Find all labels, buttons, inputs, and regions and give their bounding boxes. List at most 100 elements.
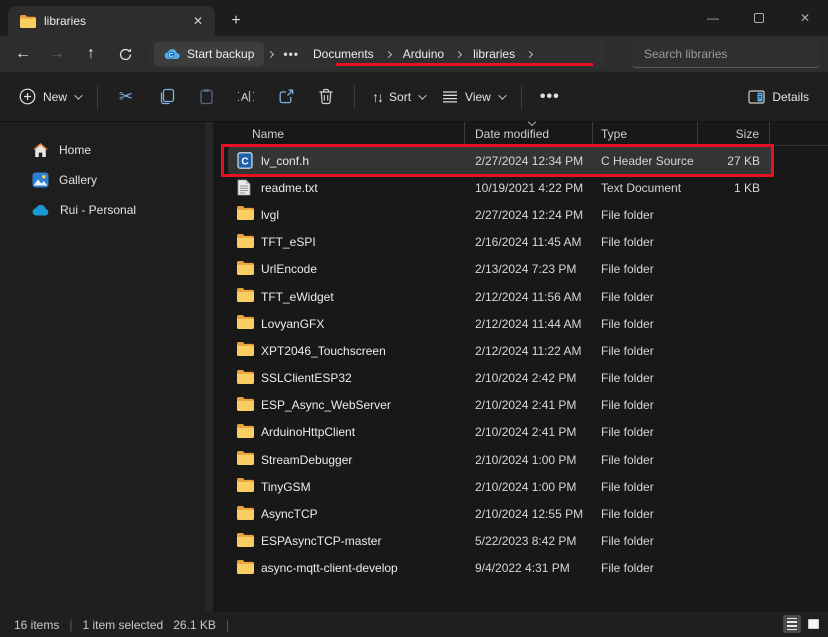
search-box[interactable] [632, 40, 820, 68]
file-row[interactable]: StreamDebugger 2/10/2024 1:00 PM File fo… [228, 446, 774, 473]
icons-view-toggle[interactable] [804, 615, 822, 633]
sidebar-item-icon [32, 172, 49, 188]
file-name: lvgl [261, 208, 279, 222]
sidebar-item-icon [32, 142, 49, 158]
view-list-icon [442, 90, 458, 104]
details-view-toggle[interactable] [783, 615, 801, 633]
sidebar-item-label: Gallery [59, 173, 97, 187]
file-name: ArduinoHttpClient [261, 425, 355, 439]
delete-button[interactable] [309, 80, 343, 114]
file-row[interactable]: SSLClientESP32 2/10/2024 2:42 PM File fo… [228, 365, 774, 392]
file-row[interactable]: async-mqtt-client-develop 9/4/2022 4:31 … [228, 555, 774, 582]
file-name: ESPAsyncTCP-master [261, 534, 381, 548]
file-icon [237, 451, 254, 468]
chevron-right-icon [385, 50, 392, 57]
file-row[interactable]: readme.txt 10/19/2021 4:22 PM Text Docum… [228, 174, 774, 201]
file-row[interactable]: C lv_conf.h 2/27/2024 12:34 PM C Header … [228, 147, 774, 174]
column-header-name[interactable]: Name [228, 122, 465, 146]
new-tab-button[interactable]: + [225, 10, 247, 32]
forward-button[interactable]: → [40, 40, 74, 68]
column-header-type[interactable]: Type [593, 122, 698, 146]
sort-button[interactable]: ↑↓ Sort [363, 80, 433, 114]
file-name: SSLClientESP32 [261, 371, 352, 385]
sidebar-item-home[interactable]: Home [4, 136, 209, 164]
sidebar-item-label: Home [59, 143, 91, 157]
file-row[interactable]: UrlEncode 2/13/2024 7:23 PM File folder [228, 256, 774, 283]
new-button[interactable]: New [10, 80, 89, 114]
maximize-button[interactable] [736, 0, 782, 36]
file-type: C Header Source F... [593, 154, 698, 168]
file-date-modified: 2/12/2024 11:22 AM [465, 344, 593, 358]
file-date-modified: 2/10/2024 1:00 PM [465, 453, 593, 467]
cut-button[interactable]: ✂ [109, 80, 143, 114]
column-header-date-modified[interactable]: Date modified [465, 122, 593, 146]
breadcrumb-libraries[interactable]: libraries [465, 47, 523, 61]
file-icon [237, 288, 254, 305]
more-options-button[interactable]: ••• [533, 80, 567, 114]
file-icon [237, 179, 254, 196]
rename-icon: A [237, 88, 255, 105]
search-input[interactable] [632, 40, 820, 67]
file-row[interactable]: TinyGSM 2/10/2024 1:00 PM File folder [228, 473, 774, 500]
file-row[interactable]: LovyanGFX 2/12/2024 11:44 AM File folder [228, 310, 774, 337]
file-row[interactable]: ESPAsyncTCP-master 5/22/2023 8:42 PM Fil… [228, 528, 774, 555]
file-row[interactable]: AsyncTCP 2/10/2024 12:55 PM File folder [228, 500, 774, 527]
folder-icon [20, 15, 36, 28]
file-row[interactable]: TFT_eWidget 2/12/2024 11:56 AM File fold… [228, 283, 774, 310]
tab-close-icon[interactable]: ✕ [189, 12, 207, 30]
details-pane-button[interactable]: Details [739, 80, 818, 114]
file-type: File folder [593, 453, 698, 467]
breadcrumb-documents[interactable]: Documents [305, 47, 382, 61]
file-icon [237, 506, 254, 523]
cut-icon: ✂ [119, 87, 133, 107]
file-icon [237, 206, 254, 223]
file-row[interactable]: ArduinoHttpClient 2/10/2024 2:41 PM File… [228, 419, 774, 446]
minimize-button[interactable]: — [690, 0, 736, 36]
breadcrumb-arduino[interactable]: Arduino [395, 47, 452, 61]
up-button[interactable]: ↑ [74, 40, 108, 68]
column-header-size[interactable]: Size [698, 122, 770, 146]
start-backup-button[interactable]: Start backup [154, 42, 264, 66]
sidebar-item-gallery[interactable]: Gallery [4, 166, 209, 194]
file-date-modified: 2/12/2024 11:44 AM [465, 317, 593, 331]
chevron-down-icon [74, 91, 82, 99]
selection-count: 1 item selected [82, 618, 163, 632]
file-row[interactable]: lvgl 2/27/2024 12:24 PM File folder [228, 201, 774, 228]
file-name: StreamDebugger [261, 453, 352, 467]
view-button[interactable]: View [433, 80, 513, 114]
paste-button[interactable] [189, 80, 223, 114]
file-type: File folder [593, 344, 698, 358]
chevron-right-icon [267, 50, 274, 57]
back-button[interactable]: ← [6, 40, 40, 68]
details-button-label: Details [772, 90, 809, 104]
file-icon: C [237, 152, 254, 169]
chevron-down-icon [418, 91, 426, 99]
file-name: XPT2046_Touchscreen [261, 344, 386, 358]
window-controls: — ✕ [690, 0, 828, 36]
ellipsis-icon: ••• [540, 88, 560, 106]
refresh-button[interactable] [108, 40, 142, 68]
file-icon [237, 533, 254, 550]
breadcrumb-overflow-button[interactable]: ••• [277, 47, 305, 61]
file-icon [237, 424, 254, 441]
file-name: TFT_eSPI [261, 235, 316, 249]
file-date-modified: 9/4/2022 4:31 PM [465, 561, 593, 575]
file-size: 27 KB [698, 154, 770, 168]
file-row[interactable]: ESP_Async_WebServer 2/10/2024 2:41 PM Fi… [228, 392, 774, 419]
explorer-tab[interactable]: libraries ✕ [8, 6, 215, 36]
sidebar-item-rui-personal[interactable]: Rui - Personal [4, 196, 209, 224]
close-button[interactable]: ✕ [782, 0, 828, 36]
share-button[interactable] [269, 80, 303, 114]
file-date-modified: 2/16/2024 11:45 AM [465, 235, 593, 249]
file-icon [237, 342, 254, 359]
file-type: File folder [593, 425, 698, 439]
rename-button[interactable]: A [229, 80, 263, 114]
file-row[interactable]: XPT2046_Touchscreen 2/12/2024 11:22 AM F… [228, 337, 774, 364]
file-row[interactable]: TFT_eSPI 2/16/2024 11:45 AM File folder [228, 229, 774, 256]
file-name: lv_conf.h [261, 154, 309, 168]
annotation-breadcrumb-underline [336, 63, 593, 66]
details-pane-icon [748, 90, 765, 104]
file-name: readme.txt [261, 181, 318, 195]
copy-button[interactable] [149, 80, 183, 114]
sidebar-scrollbar[interactable] [205, 122, 213, 612]
